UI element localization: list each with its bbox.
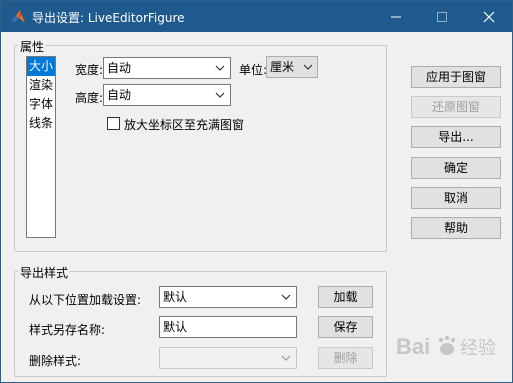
list-item-rendering[interactable]: 渲染 [27, 76, 55, 95]
title-bar[interactable]: 导出设置: LiveEditorFigure [1, 1, 512, 32]
load-button[interactable]: 加载 [318, 286, 373, 308]
export-button[interactable]: 导出... [411, 126, 501, 148]
expand-axes-label: 放大坐标区至充满图窗 [124, 118, 245, 132]
save-button[interactable]: 保存 [318, 316, 373, 338]
width-value: 自动 [107, 61, 132, 75]
close-button[interactable] [466, 1, 512, 32]
chevron-down-icon [215, 65, 225, 71]
expand-axes-checkbox[interactable] [107, 117, 120, 130]
window-title: 导出设置: LiveEditorFigure [32, 11, 185, 25]
load-style-value: 默认 [163, 290, 188, 304]
export-styles-group-label: 导出样式 [18, 264, 71, 281]
unit-label: 单位: [239, 63, 268, 77]
maximize-button[interactable] [419, 1, 465, 32]
svg-text:经验: 经验 [460, 338, 496, 359]
height-select[interactable]: 自动 [103, 84, 231, 106]
unit-select[interactable]: 厘米 [266, 56, 318, 78]
baidu-watermark: Bai 经验 [396, 334, 496, 359]
height-value: 自动 [107, 88, 132, 102]
list-item-lines[interactable]: 线条 [27, 114, 55, 133]
apply-to-figure-button[interactable]: 应用于图窗 [411, 66, 501, 88]
chevron-down-icon [303, 64, 313, 70]
minimize-icon [391, 16, 401, 17]
width-select[interactable]: 自动 [103, 57, 231, 79]
unit-value: 厘米 [270, 60, 295, 74]
save-style-name-label: 样式另存名称: [29, 323, 106, 337]
load-style-select[interactable]: 默认 [159, 286, 297, 308]
maximize-icon [437, 11, 447, 22]
chevron-down-icon [281, 294, 291, 300]
properties-group-label: 属性 [18, 38, 47, 55]
minimize-button[interactable] [373, 1, 419, 32]
style-name-input[interactable]: 默认 [159, 316, 297, 338]
delete-style-label: 删除样式: [29, 354, 82, 368]
chevron-down-icon [281, 355, 291, 361]
help-button[interactable]: 帮助 [411, 217, 501, 239]
export-settings-window: 导出设置: LiveEditorFigure 属性 大小 渲染 字体 线条 宽度… [0, 0, 513, 383]
chevron-down-icon [215, 92, 225, 98]
restore-figure-button[interactable]: 还原图窗 [411, 96, 501, 118]
delete-style-select[interactable] [159, 347, 297, 369]
load-settings-label: 从以下位置加载设置: [29, 293, 142, 307]
properties-list[interactable]: 大小 渲染 字体 线条 [26, 56, 56, 238]
list-item-fonts[interactable]: 字体 [27, 95, 55, 114]
matlab-logo-icon [11, 10, 25, 23]
delete-button[interactable]: 删除 [318, 347, 373, 369]
ok-button[interactable]: 确定 [411, 157, 501, 179]
list-item-size[interactable]: 大小 [27, 57, 55, 76]
cancel-button[interactable]: 取消 [411, 187, 501, 209]
close-icon [483, 11, 495, 22]
svg-text:Bai: Bai [396, 334, 430, 359]
width-label: 宽度: [75, 63, 104, 77]
height-label: 高度: [75, 91, 104, 105]
